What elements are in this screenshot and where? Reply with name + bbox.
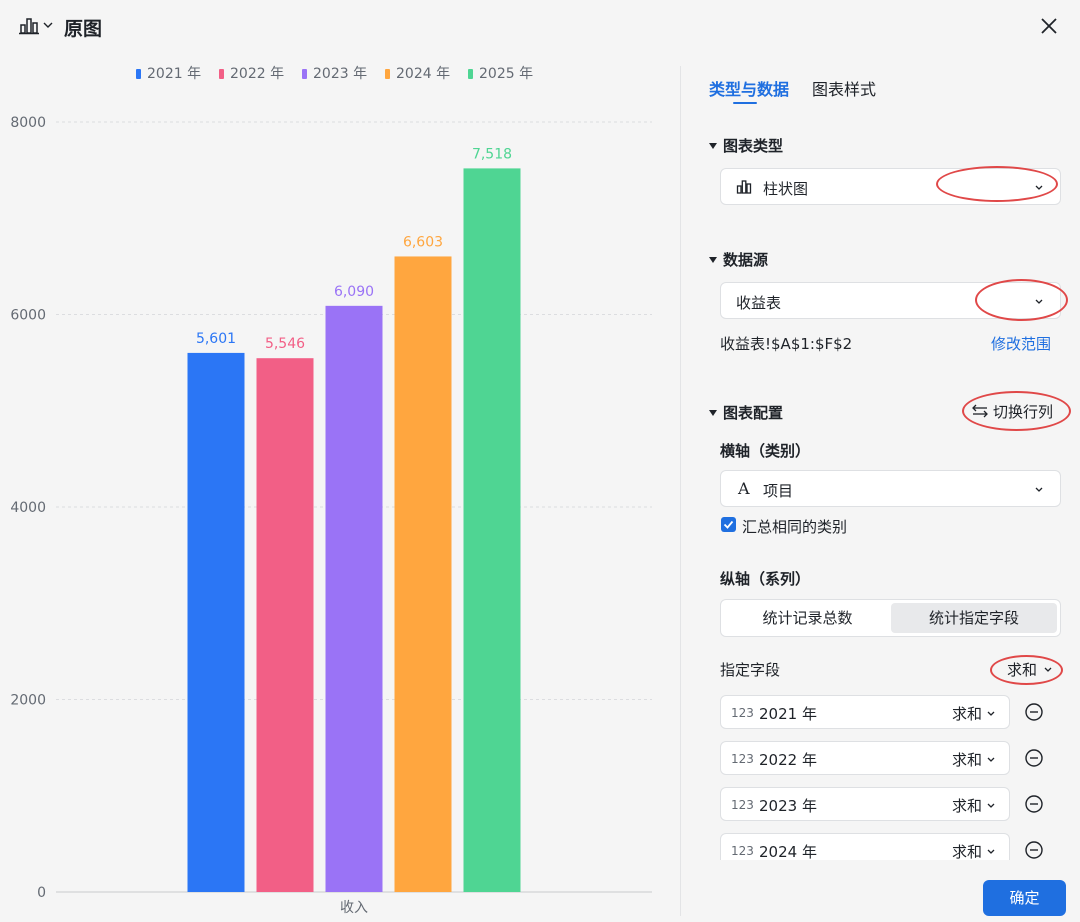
field-name: 2021 年 — [759, 705, 817, 723]
bar-data-label: 5,546 — [265, 336, 305, 352]
chart-bar — [325, 305, 383, 892]
field-agg-select[interactable]: 求和 — [952, 795, 997, 816]
bar-chart: 0 2000 4000 6000 8000 5,601 5,546 6,090 6,603 7,5… — [10, 115, 652, 916]
collapse-triangle-icon — [709, 143, 717, 149]
data-range-text: 收益表!$A$1:$F$2 — [720, 335, 853, 353]
field-row[interactable]: 123 2021 年 求和 — [720, 695, 1010, 729]
field-name: 2024 年 — [759, 843, 817, 860]
number-field-icon: 123 — [731, 798, 754, 812]
y-tick-label: 8000 — [10, 115, 46, 131]
chart-area: 2021 年 2022 年 2023 年 2024 年 2025 年 0 2000 4000… — [0, 54, 680, 922]
x-axis-field-value: 项目 — [763, 482, 794, 500]
bar-data-label: 6,090 — [334, 284, 374, 300]
data-source-select[interactable]: 收益表 — [720, 282, 1061, 319]
field-name: 2022 年 — [759, 751, 817, 769]
bar-data-label: 7,518 — [472, 146, 512, 162]
dialog-header: 原图 — [0, 0, 1080, 54]
aggregate-method-select[interactable]: 求和 — [1007, 659, 1054, 680]
y-axis-title: 纵轴（系列） — [720, 570, 811, 588]
y-tick-label: 2000 — [10, 693, 46, 709]
aggregate-method-value: 求和 — [1007, 661, 1038, 679]
chevron-down-icon — [987, 803, 995, 808]
chevron-down-icon — [1035, 185, 1043, 190]
section-chart-type[interactable]: 图表类型 — [709, 135, 783, 156]
dialog-title: 原图 — [64, 18, 103, 40]
chart-type-value: 柱状图 — [763, 180, 809, 198]
section-data-source-label: 数据源 — [723, 251, 769, 269]
field-row[interactable]: 123 2023 年 求和 — [720, 787, 1010, 821]
bar-chart-icon — [736, 180, 752, 194]
y-tick-label: 6000 — [10, 308, 46, 324]
remove-field-icon[interactable] — [1024, 702, 1044, 722]
y-tick-label: 0 — [37, 885, 46, 901]
number-field-icon: 123 — [731, 844, 754, 858]
count-records-option[interactable]: 统计记录总数 — [724, 603, 891, 633]
close-icon[interactable] — [1037, 14, 1061, 38]
field-row[interactable]: 123 2022 年 求和 — [720, 741, 1010, 775]
specified-field-label: 指定字段 — [720, 661, 781, 679]
chart-bar — [187, 352, 245, 892]
field-name: 2023 年 — [759, 797, 817, 815]
bar-data-label: 6,603 — [403, 234, 443, 250]
section-chart-type-label: 图表类型 — [723, 137, 784, 155]
y-axis-mode-toggle: 统计记录总数 统计指定字段 — [720, 599, 1061, 637]
field-agg-value: 求和 — [952, 751, 983, 769]
collapse-triangle-icon — [709, 410, 717, 416]
specified-field-option[interactable]: 统计指定字段 — [891, 603, 1057, 633]
section-chart-config-label: 图表配置 — [723, 404, 784, 422]
chevron-down-icon[interactable] — [42, 19, 54, 31]
collapse-triangle-icon — [709, 257, 717, 263]
x-axis-title: 横轴（类别） — [720, 442, 811, 460]
field-agg-value: 求和 — [952, 843, 983, 860]
chart-bar — [463, 168, 521, 892]
section-data-source[interactable]: 数据源 — [709, 249, 768, 270]
bar-chart-icon[interactable] — [19, 17, 39, 35]
field-agg-select[interactable]: 求和 — [952, 841, 997, 860]
chevron-down-icon — [1044, 667, 1052, 672]
chevron-down-icon — [1035, 487, 1043, 492]
x-axis-field-select[interactable]: A 项目 — [720, 470, 1061, 507]
number-field-icon: 123 — [731, 706, 754, 720]
remove-field-icon[interactable] — [1024, 840, 1044, 860]
chevron-down-icon — [987, 757, 995, 762]
bar-data-label: 5,601 — [196, 331, 236, 347]
field-agg-select[interactable]: 求和 — [952, 703, 997, 724]
data-source-value: 收益表 — [736, 294, 782, 312]
confirm-button[interactable]: 确定 — [983, 880, 1066, 916]
swap-rows-columns-button[interactable]: 切换行列 — [972, 401, 1053, 422]
section-chart-config[interactable]: 图表配置 — [709, 402, 783, 423]
remove-field-icon[interactable] — [1024, 748, 1044, 768]
field-agg-value: 求和 — [952, 797, 983, 815]
chart-type-select[interactable]: 柱状图 — [720, 168, 1061, 205]
check-icon — [723, 520, 734, 529]
field-row[interactable]: 123 2024 年 求和 — [720, 833, 1010, 860]
number-field-icon: 123 — [731, 752, 754, 766]
field-agg-value: 求和 — [952, 705, 983, 723]
chart-bar — [256, 358, 314, 892]
modify-range-link[interactable]: 修改范围 — [991, 333, 1051, 354]
remove-field-icon[interactable] — [1024, 794, 1044, 814]
chevron-down-icon — [987, 849, 995, 854]
swap-icon — [972, 404, 988, 418]
field-agg-select[interactable]: 求和 — [952, 749, 997, 770]
aggregate-checkbox[interactable] — [721, 517, 736, 532]
text-field-icon: A — [738, 479, 750, 498]
chart-bar — [394, 256, 452, 892]
aggregate-label[interactable]: 汇总相同的类别 — [742, 516, 847, 537]
panel-scroll-area[interactable]: 图表类型 柱状图 数据源 收益表 收益表!$A$1:$F$2 修改范围 图表配置 — [681, 54, 1080, 860]
chevron-down-icon — [1035, 299, 1043, 304]
config-panel: 类型与数据 图表样式 图表类型 柱状图 数据源 收益表 收益表!$A$1:$F$… — [681, 54, 1080, 922]
chevron-down-icon — [987, 711, 995, 716]
swap-label: 切换行列 — [993, 403, 1054, 421]
y-tick-label: 4000 — [10, 500, 46, 516]
x-category-label: 收入 — [340, 900, 368, 916]
